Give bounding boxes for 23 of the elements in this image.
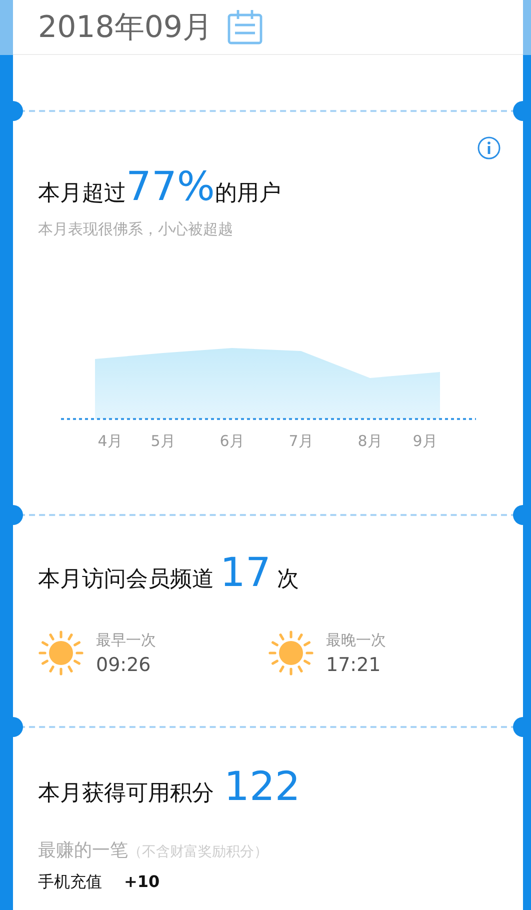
time-label: 最早一次: [96, 630, 156, 650]
points-headline: 本月获得可用积分 122: [38, 764, 302, 810]
month-label: 4月: [98, 432, 122, 451]
month-label: 9月: [412, 432, 438, 451]
time-label: 最晚一次: [326, 630, 386, 650]
visits-headline: 本月访问会员频道 17 次: [38, 550, 300, 596]
month-label: 7月: [288, 432, 314, 451]
sun-icon: [38, 630, 84, 676]
best-points: +10: [124, 872, 160, 893]
calendar-icon[interactable]: [226, 9, 263, 45]
time-value: 17:21: [326, 654, 382, 676]
best-item: 手机充值: [38, 872, 102, 893]
time-value: 09:26: [96, 654, 152, 676]
rank-headline: 本月超过 77%的用户: [38, 164, 282, 210]
best-label: 最赚的一笔: [38, 839, 128, 862]
sun-icon: [268, 630, 314, 676]
month-title: 2018年09月: [38, 8, 213, 46]
info-icon[interactable]: [477, 136, 501, 160]
rank-subtitle: 本月表现很佛系，小心被超越: [38, 220, 234, 239]
month-label: 5月: [150, 432, 176, 451]
side-bar-top: [0, 0, 13, 55]
month-label: 6月: [220, 432, 244, 451]
month-label: 8月: [358, 432, 382, 451]
